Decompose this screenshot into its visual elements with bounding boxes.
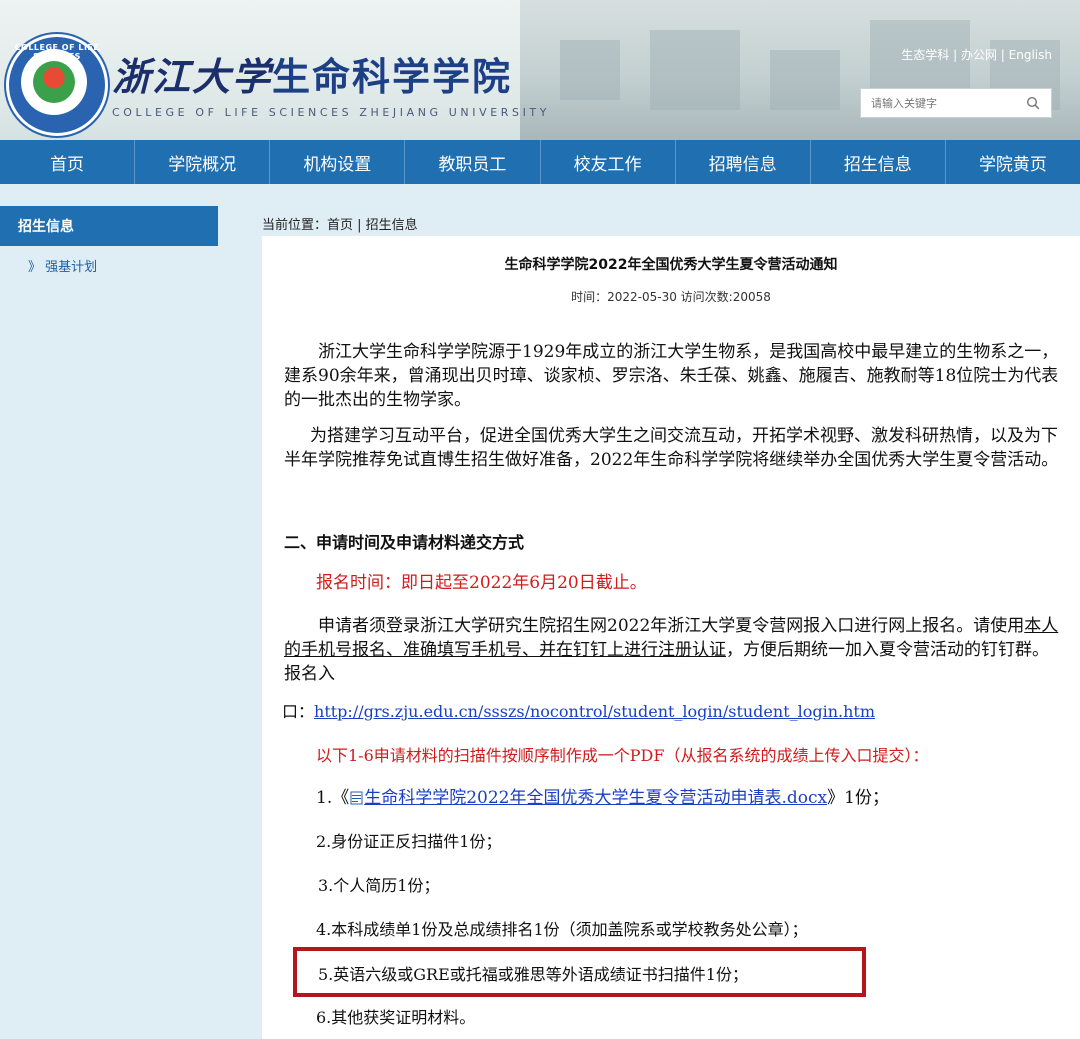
deadline-text: 报名时间：即日起至2022年6月20日截止。 [316, 573, 647, 593]
material-item-1: 1.《 生命科学学院2022年全国优秀大学生夏令营活动申请表.docx》1份； [316, 786, 1080, 810]
main-nav: 首页 学院概况 机构设置 教职员工 校友工作 招聘信息 招生信息 学院黄页 [0, 140, 1080, 184]
material-item-4: 4.本科成绩单1份及总成绩排名1份（须加盖院系或学校教务处公章）； [316, 920, 808, 939]
logo-text: COLLEGE OF LIFE SCIENCES [14, 43, 100, 61]
top-link-office[interactable]: 办公网 [961, 48, 997, 62]
sidebar-item-bullet: 》 [28, 260, 42, 275]
article-title: 生命科学学院2022年全国优秀大学生夏令营活动通知 [504, 257, 838, 273]
nav-organization[interactable]: 机构设置 [270, 140, 406, 184]
word-doc-icon [350, 791, 363, 805]
intro-paragraph-1: 浙江大学生命科学学院源于1929年成立的浙江大学生物系，是我国高校中最早建立的生… [284, 342, 1059, 410]
section-heading: 二、申请时间及申请材料递交方式 [284, 533, 525, 552]
sidebar-item-label: 强基计划 [45, 260, 98, 275]
material-item-6: 6.其他获奖证明材料。 [316, 1008, 476, 1027]
material-item-1-prefix: 1.《 [316, 788, 350, 808]
search-box [860, 88, 1052, 118]
breadcrumb: 当前位置：首页 | 招生信息 [262, 218, 418, 233]
nav-admissions[interactable]: 招生信息 [811, 140, 946, 184]
site-title-main: 生命科学学院 [272, 54, 513, 99]
site-title-script: 浙江大学 [112, 54, 273, 99]
article-meta: 时间：2022-05-30 访问次数:20058 [571, 290, 771, 304]
site-title-cn: 浙江大学生命科学学院 [112, 46, 512, 101]
sidebar-title: 招生信息 [0, 206, 218, 246]
material-item-2: 2.身份证正反扫描件1份； [316, 832, 502, 851]
college-logo[interactable]: COLLEGE OF LIFE SCIENCES [6, 34, 108, 136]
registration-link-line: 口：http://grs.zju.edu.cn/ssszs/nocontrol/… [282, 700, 1057, 724]
article-panel: 生命科学学院2022年全国优秀大学生夏令营活动通知 时间：2022-05-30 … [262, 236, 1080, 1039]
search-input[interactable] [861, 89, 1011, 117]
nav-home[interactable]: 首页 [0, 140, 136, 184]
top-link-ecology[interactable]: 生态学科 [901, 48, 949, 62]
highlight-box [293, 947, 866, 997]
material-item-1-suffix: 》1份； [827, 788, 889, 808]
search-button[interactable] [1015, 89, 1051, 117]
registration-text-a: 申请者须登录浙江大学研究生院招生网2022年浙江大学夏令营网报入口进行网上报名。… [318, 616, 1025, 636]
header-banner-image [520, 0, 1080, 140]
registration-paragraph: 申请者须登录浙江大学研究生院招生网2022年浙江大学夏令营网报入口进行网上报名。… [284, 614, 1059, 686]
sidebar-item-qiangji[interactable]: 》 强基计划 [28, 256, 97, 275]
material-item-3: 3.个人简历1份； [318, 876, 440, 895]
site-title-en: COLLEGE OF LIFE SCIENCES ZHEJIANG UNIVER… [112, 106, 551, 119]
nav-overview[interactable]: 学院概况 [135, 140, 271, 184]
intro-paragraph-2: 为搭建学习互动平台，促进全国优秀大学生之间交流互动，开拓学术视野、激发科研热情，… [284, 426, 1059, 470]
top-link-english[interactable]: English [1009, 48, 1052, 62]
top-links: 生态学科 | 办公网 | English [901, 48, 1052, 62]
application-form-link[interactable]: 生命科学学院2022年全国优秀大学生夏令营活动申请表.docx [364, 788, 827, 808]
nav-recruitment[interactable]: 招聘信息 [676, 140, 811, 184]
registration-link-label: 口： [282, 702, 315, 721]
materials-intro: 以下1-6申请材料的扫描件按顺序制作成一个PDF（从报名系统的成绩上传入口提交）… [316, 746, 929, 765]
nav-faculty[interactable]: 教职员工 [405, 140, 541, 184]
registration-link[interactable]: http://grs.zju.edu.cn/ssszs/nocontrol/st… [314, 702, 875, 721]
nav-directory[interactable]: 学院黄页 [946, 140, 1080, 184]
nav-alumni[interactable]: 校友工作 [541, 140, 676, 184]
site-header: COLLEGE OF LIFE SCIENCES 浙江大学生命科学学院 COLL… [0, 0, 1080, 140]
search-icon [1026, 96, 1040, 110]
